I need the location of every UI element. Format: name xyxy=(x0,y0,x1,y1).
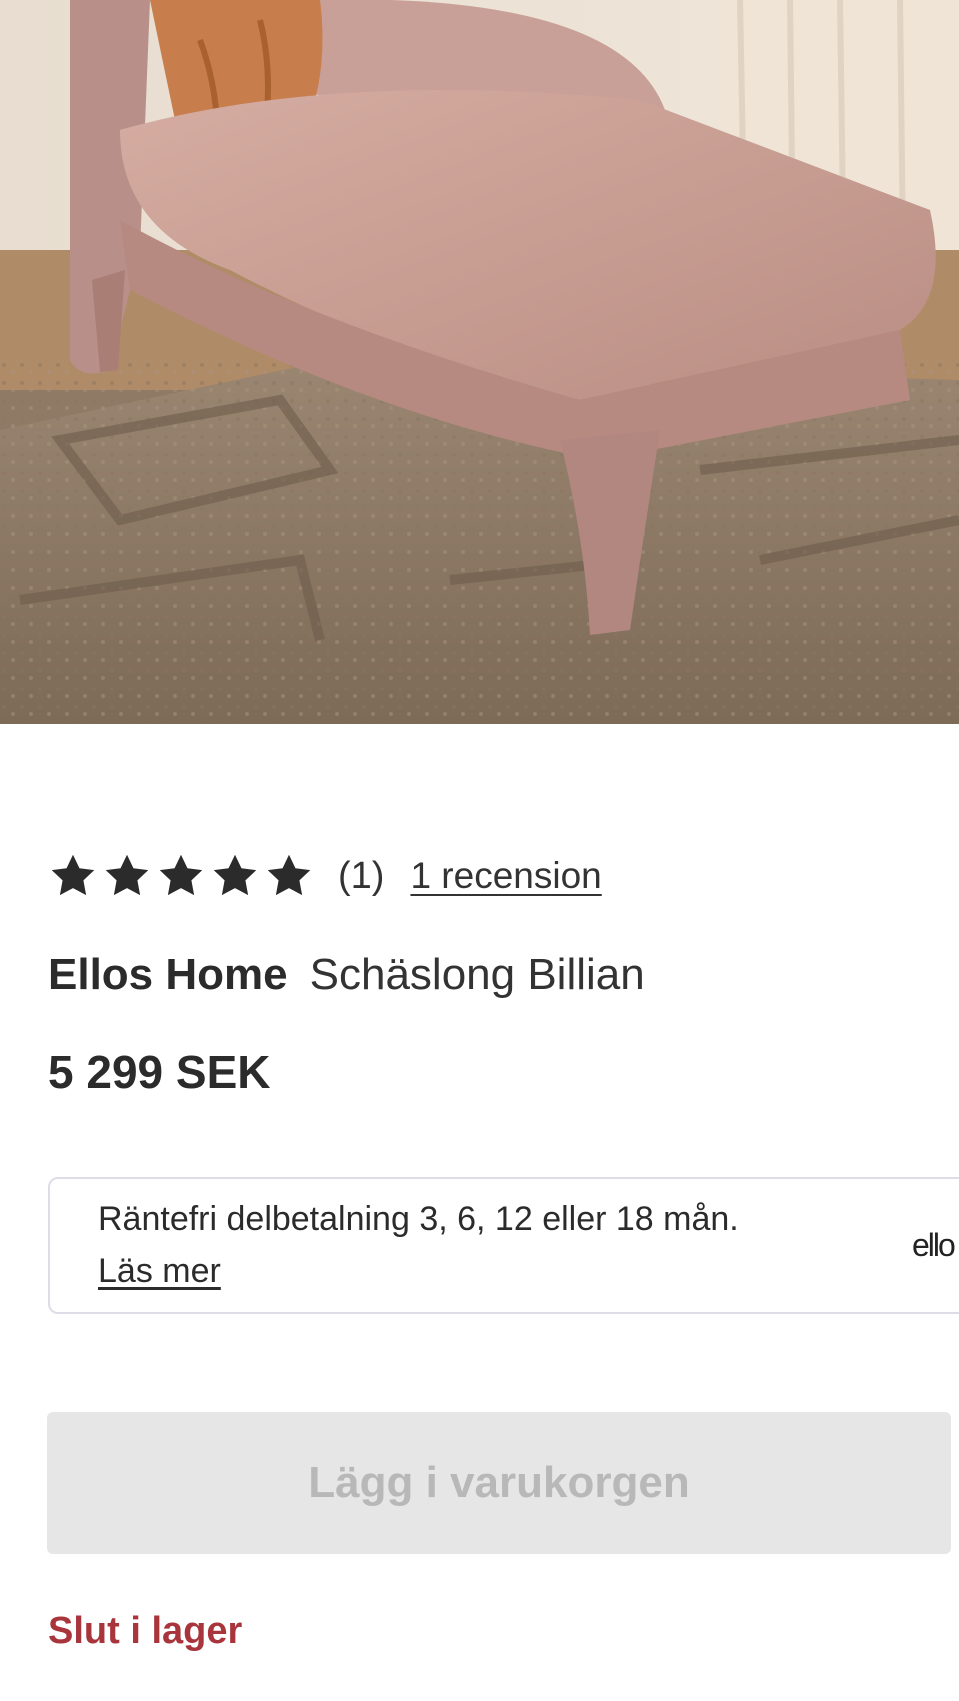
product-image[interactable] xyxy=(0,0,959,724)
product-title: Ellos Home Schäslong Billian xyxy=(48,948,645,1002)
star-rating xyxy=(48,851,314,901)
star-icon xyxy=(210,851,260,901)
chaise-longue-image xyxy=(0,0,959,724)
ellos-logo: ello xyxy=(912,1227,956,1263)
star-icon xyxy=(156,851,206,901)
brand-name[interactable]: Ellos Home xyxy=(48,950,288,999)
stock-status: Slut i lager xyxy=(48,1610,243,1652)
star-icon xyxy=(102,851,152,901)
rating-count: (1) xyxy=(338,854,385,897)
product-price: 5 299 SEK xyxy=(48,1046,271,1098)
add-to-cart-button[interactable]: Lägg i varukorgen xyxy=(47,1412,951,1554)
product-name: Schäslong Billian xyxy=(309,950,645,999)
product-page: (1) 1 recension Ellos Home Schäslong Bill… xyxy=(0,0,959,1701)
review-link[interactable]: 1 recension xyxy=(410,855,601,897)
read-more-link[interactable]: Läs mer xyxy=(98,1249,221,1293)
financing-text: Räntefri delbetalning 3, 6, 12 eller 18 … xyxy=(98,1200,739,1238)
rating-row: (1) 1 recension xyxy=(48,848,602,904)
financing-box: Räntefri delbetalning 3, 6, 12 eller 18 … xyxy=(48,1177,959,1314)
star-icon xyxy=(264,851,314,901)
star-icon xyxy=(48,851,98,901)
